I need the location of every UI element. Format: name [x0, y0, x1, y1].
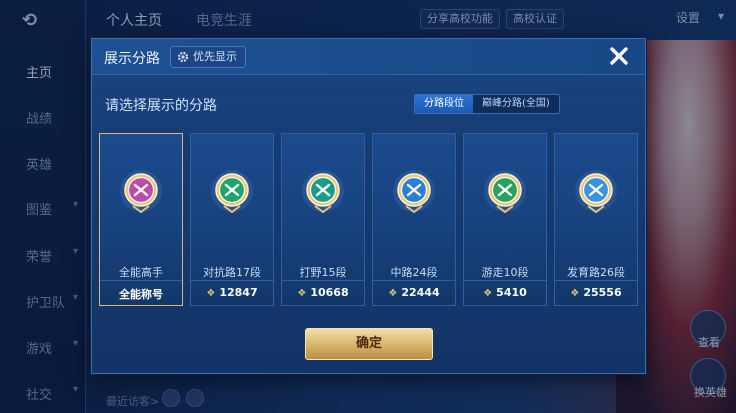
lane-card-value-text: 12847 [219, 286, 258, 299]
lane-card[interactable]: 对抗路17段 ❖ 12847 [190, 133, 274, 306]
lane-card-value-text: 全能称号 [119, 288, 163, 301]
mid-lane-emblem-icon [393, 170, 435, 214]
divider [282, 280, 364, 281]
lane-card-value: ❖ 12847 [191, 286, 273, 299]
lane-card[interactable]: 游走10段 ❖ 5410 [463, 133, 547, 306]
lane-card-value: 全能称号 [100, 286, 182, 302]
lane-card-value-text: 25556 [583, 286, 622, 299]
lane-display-dialog: 展示分路 优先显示 请选择展示的分路 分路段位 巅峰分路(全国) 全能高手全能称… [91, 38, 646, 374]
gear-icon [177, 51, 189, 63]
divider [555, 280, 637, 281]
divider [464, 280, 546, 281]
lane-card[interactable]: 全能高手 全能称号 [99, 133, 183, 306]
rank-points-icon: ❖ [297, 288, 307, 299]
dialog-header: 展示分路 优先显示 [92, 39, 645, 75]
lane-mode-toggle: 分路段位 巅峰分路(全国) [414, 94, 560, 114]
lane-card-value-text: 10668 [310, 286, 349, 299]
lane-card-value: ❖ 22444 [373, 286, 455, 299]
lane-card-value: ❖ 25556 [555, 286, 637, 299]
roam-emblem-icon [484, 170, 526, 214]
priority-display-label: 优先显示 [193, 50, 237, 63]
lane-card[interactable]: 发育路26段 ❖ 25556 [554, 133, 638, 306]
lane-card-value-text: 22444 [401, 286, 440, 299]
dialog-subtitle: 请选择展示的分路 [105, 98, 217, 114]
lane-card-name: 全能高手 [119, 266, 163, 279]
lane-card-name: 发育路26段 [567, 266, 625, 279]
divider [373, 280, 455, 281]
rank-points-icon: ❖ [206, 288, 216, 299]
rank-points-icon: ❖ [570, 288, 580, 299]
lane-card-name: 游走10段 [481, 266, 529, 279]
tab-lane-rank[interactable]: 分路段位 [415, 95, 473, 113]
close-icon [610, 47, 628, 65]
lane-card-value: ❖ 5410 [464, 286, 546, 299]
lane-card[interactable]: 打野15段 ❖ 10668 [281, 133, 365, 306]
confirm-button[interactable]: 确定 [305, 328, 433, 360]
close-button[interactable] [607, 45, 631, 69]
farm-lane-emblem-icon [575, 170, 617, 214]
priority-display-button[interactable]: 优先显示 [170, 46, 246, 68]
lane-card-name: 打野15段 [299, 266, 347, 279]
lane-card-value-text: 5410 [496, 286, 527, 299]
lane-card-name: 对抗路17段 [203, 266, 261, 279]
lane-card[interactable]: 中路24段 ❖ 22444 [372, 133, 456, 306]
jungle-emblem-icon [302, 170, 344, 214]
dialog-title: 展示分路 [104, 51, 160, 67]
tab-peak-lane[interactable]: 巅峰分路(全国) [473, 95, 559, 113]
lane-card-name: 中路24段 [390, 266, 438, 279]
rank-points-icon: ❖ [388, 288, 398, 299]
rank-points-icon: ❖ [483, 288, 493, 299]
all-round-emblem-icon [120, 170, 162, 214]
divider [191, 280, 273, 281]
lane-card-value: ❖ 10668 [282, 286, 364, 299]
clash-lane-emblem-icon [211, 170, 253, 214]
divider [100, 280, 182, 281]
